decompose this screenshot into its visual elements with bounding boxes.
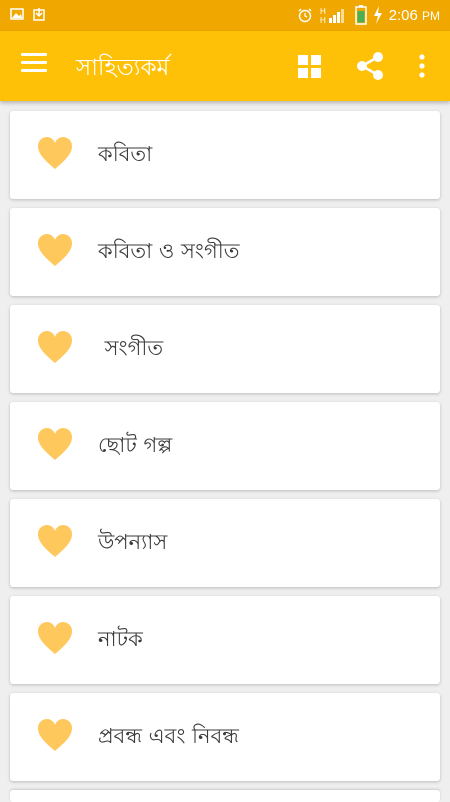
list-item[interactable]: প্রবন্ধ এবং নিবন্ধ	[10, 693, 440, 781]
menu-icon[interactable]	[21, 53, 47, 77]
status-bar: HH 2:06 PM	[0, 0, 450, 31]
charging-icon	[373, 6, 383, 24]
download-icon	[32, 7, 46, 21]
heart-icon	[37, 233, 73, 269]
heart-icon	[37, 621, 73, 657]
svg-text:H: H	[320, 7, 326, 16]
list-item-label: নাটক	[98, 627, 143, 651]
signal-icon: HH	[319, 6, 349, 24]
list-item-partial	[10, 790, 440, 802]
share-icon[interactable]	[355, 51, 385, 81]
more-vert-icon[interactable]	[415, 53, 429, 79]
list-item[interactable]: কবিতা	[10, 111, 440, 199]
heart-icon	[37, 427, 73, 463]
heart-icon	[37, 718, 73, 754]
grid-view-icon[interactable]	[298, 55, 322, 79]
list-item-label: কবিতা	[98, 142, 153, 166]
list-item-label: সংগীত	[98, 336, 164, 360]
list-item-label: কবিতা ও সংগীত	[98, 239, 240, 263]
app-bar: সাহিত্যকর্ম	[0, 31, 450, 101]
list-item[interactable]: নাটক	[10, 596, 440, 684]
clock-ampm: PM	[422, 8, 440, 23]
heart-icon	[37, 136, 73, 172]
list-item[interactable]: সংগীত	[10, 305, 440, 393]
list-item[interactable]: কবিতা ও সংগীত	[10, 208, 440, 296]
heart-icon	[37, 524, 73, 560]
list-item-label: প্রবন্ধ এবং নিবন্ধ	[98, 724, 239, 748]
svg-text:H: H	[320, 16, 326, 24]
list-item-label: ছোট গল্প	[98, 433, 173, 457]
battery-icon	[354, 5, 367, 25]
list-item-label: উপন্যাস	[98, 530, 168, 554]
alarm-icon	[297, 7, 313, 23]
clock-time: 2:06	[388, 6, 418, 24]
heart-icon	[37, 330, 73, 366]
image-icon	[10, 7, 24, 21]
clock: 2:06 PM	[389, 7, 440, 24]
page-title: সাহিত্যকর্ম	[76, 55, 170, 81]
list-item[interactable]: উপন্যাস	[10, 499, 440, 587]
list-item[interactable]: ছোট গল্প	[10, 402, 440, 490]
